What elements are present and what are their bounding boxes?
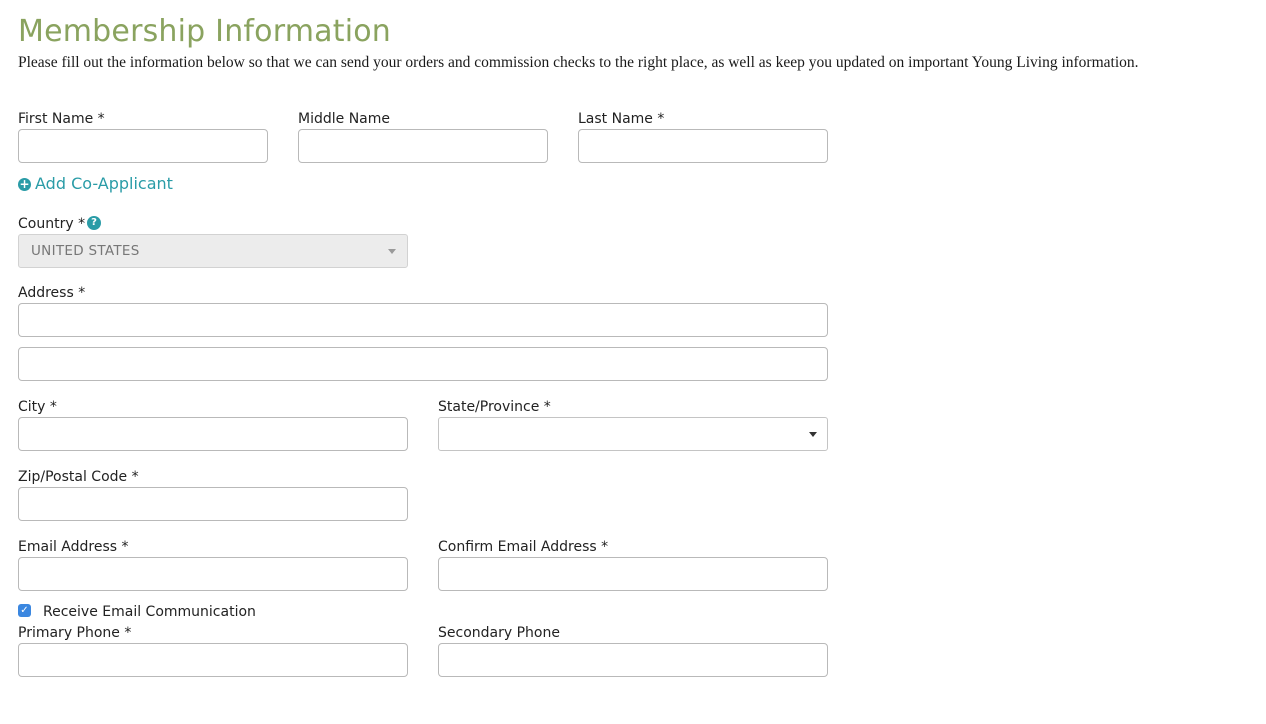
city-label: City *: [18, 399, 57, 415]
first-name-input[interactable]: [18, 129, 268, 163]
zip-input[interactable]: [18, 487, 408, 521]
country-label: Country *: [18, 216, 86, 232]
caret-down-icon: [809, 432, 817, 437]
add-co-applicant-link[interactable]: + Add Co-Applicant: [18, 174, 173, 193]
middle-name-label: Middle Name: [298, 111, 390, 127]
middle-name-input[interactable]: [298, 129, 548, 163]
state-select[interactable]: [438, 417, 828, 451]
last-name-input[interactable]: [578, 129, 828, 163]
primary-phone-input[interactable]: [18, 643, 408, 677]
secondary-phone-label: Secondary Phone: [438, 625, 560, 641]
receive-email-label: Receive Email Communication: [43, 604, 256, 620]
first-name-label: First Name *: [18, 111, 105, 127]
zip-label: Zip/Postal Code *: [18, 469, 139, 485]
confirm-email-label: Confirm Email Address *: [438, 539, 609, 555]
question-circle-icon[interactable]: ?: [87, 216, 101, 230]
secondary-phone-input[interactable]: [438, 643, 828, 677]
country-select-value: UNITED STATES: [31, 243, 140, 259]
plus-circle-icon: +: [18, 177, 31, 191]
state-label: State/Province *: [438, 399, 551, 415]
address-label: Address *: [18, 285, 86, 301]
email-input[interactable]: [18, 557, 408, 591]
city-input[interactable]: [18, 417, 408, 451]
email-label: Email Address *: [18, 539, 129, 555]
intro-text: Please fill out the information below so…: [18, 54, 1139, 71]
address-line1-input[interactable]: [18, 303, 828, 337]
confirm-email-input[interactable]: [438, 557, 828, 591]
receive-email-checkbox[interactable]: ✓: [18, 604, 31, 617]
last-name-label: Last Name *: [578, 111, 665, 127]
page-title: Membership Information: [18, 14, 392, 49]
add-co-applicant-label: Add Co-Applicant: [35, 174, 173, 193]
address-line2-input[interactable]: [18, 347, 828, 381]
caret-down-icon: [388, 249, 396, 254]
country-select[interactable]: UNITED STATES: [18, 234, 408, 268]
primary-phone-label: Primary Phone *: [18, 625, 132, 641]
